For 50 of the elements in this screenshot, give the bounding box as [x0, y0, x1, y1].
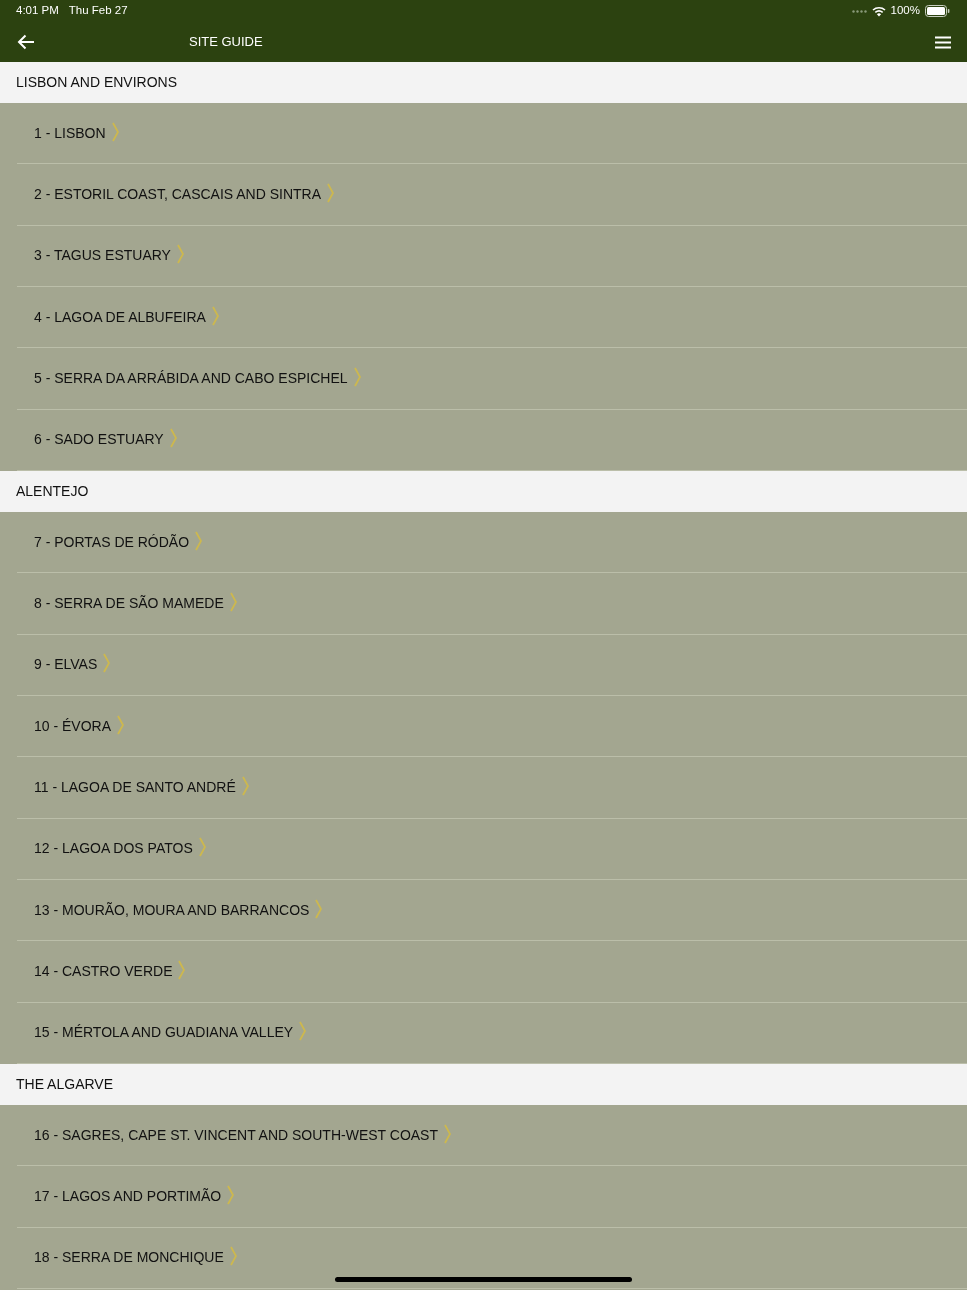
site-link[interactable]: 10 - ÉVORA — [34, 715, 112, 737]
signal-dots-icon — [851, 9, 867, 13]
chevron-icon — [111, 121, 119, 142]
chevron-icon — [176, 244, 184, 265]
site-link[interactable]: 11 - LAGOA DE SANTO ANDRÉ — [34, 776, 236, 798]
site-link[interactable]: 18 - SERRA DE MONCHIQUE — [34, 1247, 224, 1269]
chevron-icon — [229, 1246, 237, 1267]
site-link[interactable]: 1 - LISBON — [34, 122, 106, 144]
chevron-icon — [195, 530, 203, 551]
status-time: 4:01 PM — [16, 3, 59, 19]
site-link[interactable]: 13 - MOURÃO, MOURA AND BARRANCOS — [34, 899, 310, 921]
battery-percent: 100% — [890, 3, 920, 19]
site-link[interactable]: 9 - ELVAS — [34, 654, 98, 676]
back-button[interactable] — [16, 32, 36, 52]
site-link[interactable]: 4 - LAGOA DE ALBUFEIRA — [34, 306, 206, 328]
chevron-icon — [241, 775, 249, 796]
wifi-icon — [871, 5, 886, 17]
chevron-icon — [227, 1184, 235, 1205]
site-link[interactable]: 6 - SADO ESTUARY — [34, 429, 164, 451]
screen-title: SITE GUIDE — [189, 33, 263, 52]
chevron-icon — [229, 591, 237, 612]
site-link[interactable]: 2 - ESTORIL COAST, CASCAIS AND SINTRA — [34, 184, 322, 205]
site-link[interactable]: 3 - TAGUS ESTUARY — [34, 245, 171, 267]
site-link[interactable]: 12 - LAGOA DOS PATOS — [34, 838, 193, 860]
site-link[interactable]: 8 - SERRA DE SÃO MAMEDE — [34, 592, 224, 614]
menu-button[interactable] — [934, 34, 952, 50]
chevron-icon — [211, 305, 219, 326]
chevron-icon — [103, 653, 111, 674]
section-title: ALENTEJO — [16, 481, 89, 501]
chevron-icon — [178, 959, 186, 980]
section-title: LISBON AND ENVIRONS — [16, 73, 178, 92]
chevron-icon — [299, 1021, 307, 1042]
chevron-icon — [353, 366, 361, 387]
chevron-icon — [169, 428, 177, 449]
battery-icon — [925, 5, 950, 17]
site-link[interactable]: 5 - SERRA DA ARRÁBIDA AND CABO ESPICHEL — [34, 367, 348, 389]
status-date: Thu Feb 27 — [68, 3, 128, 19]
chevron-icon — [444, 1123, 451, 1144]
chevron-icon — [198, 837, 206, 858]
section-title: THE ALGARVE — [16, 1074, 113, 1094]
chevron-icon — [315, 898, 323, 919]
site-link[interactable]: 17 - LAGOS AND PORTIMÃO — [34, 1185, 222, 1207]
site-link[interactable]: 14 - CASTRO VERDE — [34, 960, 173, 982]
site-link[interactable]: 16 - SAGRES, CAPE ST. VINCENT AND SOUTH-WEST COAST — [34, 1124, 438, 1146]
chevron-icon — [117, 714, 125, 735]
back-arrow-icon — [17, 34, 35, 50]
site-link[interactable]: 15 - MÉRTOLA AND GUADIANA VALLEY — [34, 1022, 294, 1044]
site-link[interactable]: 7 - PORTAS DE RÓDÃO — [34, 531, 190, 553]
chevron-icon — [327, 183, 335, 203]
menu-icon — [935, 35, 951, 49]
